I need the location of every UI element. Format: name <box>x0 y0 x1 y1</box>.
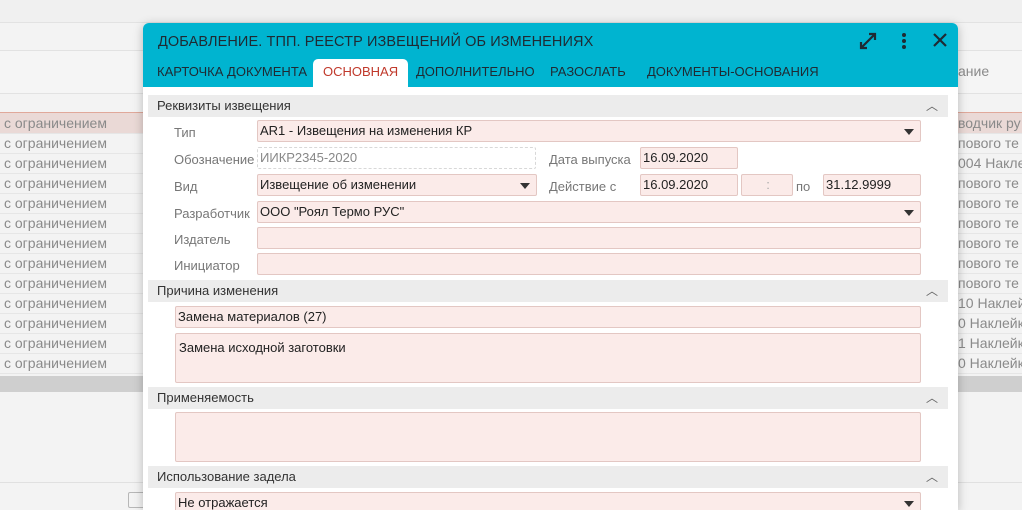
row-name-cell: 1 Наклейк <box>958 335 1022 351</box>
section-requisites-header[interactable]: Реквизиты извещения ︿ <box>148 95 948 117</box>
row-name-cell: 004 Наклей <box>958 155 1022 171</box>
row-name-cell: пового те <box>958 235 1019 251</box>
section-applicability-header[interactable]: Применяемость ︿ <box>148 387 948 409</box>
kind-value: Извещение об изменении <box>260 177 417 192</box>
row-name-cell: пового те <box>958 175 1019 191</box>
row-name-cell: водчик ру <box>958 115 1021 131</box>
section-title: Причина изменения <box>157 283 279 298</box>
valid-to-value: 31.12.9999 <box>826 177 892 192</box>
row-name-cell: пового те <box>958 215 1019 231</box>
initiator-label: Инициатор <box>174 258 240 273</box>
backlog-select[interactable]: Не отражается <box>175 492 921 510</box>
kind-select[interactable]: Извещение об изменении <box>257 174 537 196</box>
background-toolbar <box>0 0 1022 23</box>
row-name-cell: пового те <box>958 275 1019 291</box>
section-backlog-header[interactable]: Использование задела ︿ <box>148 466 948 488</box>
applicability-textarea[interactable] <box>175 412 921 462</box>
type-select[interactable]: AR1 - Извещения на изменения КР <box>257 120 921 142</box>
type-label: Тип <box>174 125 196 140</box>
initiator-field[interactable] <box>257 253 921 275</box>
row-access-cell: с ограничением <box>4 275 107 291</box>
row-access-cell: с ограничением <box>4 175 107 191</box>
row-name-cell: 10 Наклей <box>958 295 1022 311</box>
section-title: Использование задела <box>157 469 296 484</box>
expand-icon[interactable] <box>857 31 879 53</box>
reason-text: Замена исходной заготовки <box>179 340 346 355</box>
chevron-down-icon[interactable] <box>904 501 914 507</box>
row-name-cell: пового те <box>958 195 1019 211</box>
valid-from-time[interactable]: : <box>741 174 793 196</box>
issue-date-label: Дата выпуска <box>549 152 631 167</box>
chevron-up-icon[interactable]: ︿ <box>926 466 938 488</box>
chevron-up-icon[interactable]: ︿ <box>926 387 938 409</box>
close-icon[interactable] <box>929 31 951 53</box>
reason-select[interactable]: Замена материалов (27) <box>175 306 921 328</box>
add-notice-dialog: ДОБАВЛЕНИЕ. ТПП. РЕЕСТР ИЗВЕЩЕНИЙ ОБ ИЗМ… <box>143 23 958 510</box>
dialog-title: ДОБАВЛЕНИЕ. ТПП. РЕЕСТР ИЗВЕЩЕНИЙ ОБ ИЗМ… <box>158 34 594 50</box>
chevron-down-icon[interactable] <box>904 129 914 135</box>
row-access-cell: с ограничением <box>4 135 107 151</box>
reason-value: Замена материалов (27) <box>178 309 327 324</box>
type-value: AR1 - Извещения на изменения КР <box>260 123 473 138</box>
tab-main[interactable]: Основная <box>313 59 409 87</box>
section-title: Применяемость <box>157 390 254 405</box>
valid-to-date[interactable]: 31.12.9999 <box>823 174 921 196</box>
tab-bar: Карточка документа Основная Дополнительн… <box>143 59 958 87</box>
row-name-cell: 0 Наклейк <box>958 355 1022 371</box>
tab-document-card[interactable]: Карточка документа <box>147 59 317 87</box>
row-access-cell: с ограничением <box>4 195 107 211</box>
valid-from-value: 16.09.2020 <box>643 177 709 192</box>
row-access-cell: с ограничением <box>4 155 107 171</box>
developer-value: ООО "Роял Термо РУС" <box>260 204 405 219</box>
row-name-cell: пового те <box>958 255 1019 271</box>
publisher-field[interactable] <box>257 227 921 249</box>
tab-base-documents[interactable]: Документы-основания <box>637 59 829 87</box>
chevron-up-icon[interactable]: ︿ <box>926 95 938 117</box>
tab-additional[interactable]: Дополнительно <box>406 59 545 87</box>
row-access-cell: с ограничением <box>4 255 107 271</box>
chevron-down-icon[interactable] <box>520 183 530 189</box>
row-access-cell: с ограничением <box>4 235 107 251</box>
publisher-label: Издатель <box>174 232 231 247</box>
kind-label: Вид <box>174 179 198 194</box>
more-vertical-icon[interactable] <box>893 31 915 53</box>
row-access-cell: с ограничением <box>4 335 107 351</box>
valid-from-date[interactable]: 16.09.2020 <box>640 174 738 196</box>
reason-textarea[interactable]: Замена исходной заготовки <box>175 333 921 383</box>
designation-field[interactable]: ИИКР2345-2020 <box>257 147 536 169</box>
developer-select[interactable]: ООО "Роял Термо РУС" <box>257 201 921 223</box>
chevron-down-icon[interactable] <box>904 210 914 216</box>
chevron-up-icon[interactable]: ︿ <box>926 280 938 302</box>
backlog-value: Не отражается <box>178 495 268 510</box>
row-access-cell: с ограничением <box>4 295 107 311</box>
designation-label: Обозначение <box>174 152 255 167</box>
row-name-cell: пового те <box>958 135 1019 151</box>
issue-date-field[interactable]: 16.09.2020 <box>640 147 738 169</box>
row-name-cell: 0 Наклейк <box>958 315 1022 331</box>
background-column-header: ание <box>958 63 990 79</box>
designation-placeholder: ИИКР2345-2020 <box>260 150 358 165</box>
tab-send[interactable]: Разослать <box>540 59 636 87</box>
issue-date-value: 16.09.2020 <box>643 150 709 165</box>
valid-from-label: Действие с <box>549 179 617 194</box>
row-access-cell: с ограничением <box>4 115 107 131</box>
valid-to-label: по <box>796 179 811 194</box>
row-access-cell: с ограничением <box>4 215 107 231</box>
section-reason-header[interactable]: Причина изменения ︿ <box>148 280 948 302</box>
valid-time-placeholder: : <box>766 177 770 192</box>
developer-label: Разработчик <box>174 206 250 221</box>
row-access-cell: с ограничением <box>4 355 107 371</box>
section-title: Реквизиты извещения <box>157 98 291 113</box>
row-access-cell: с ограничением <box>4 315 107 331</box>
dialog-header: ДОБАВЛЕНИЕ. ТПП. РЕЕСТР ИЗВЕЩЕНИЙ ОБ ИЗМ… <box>143 23 958 87</box>
